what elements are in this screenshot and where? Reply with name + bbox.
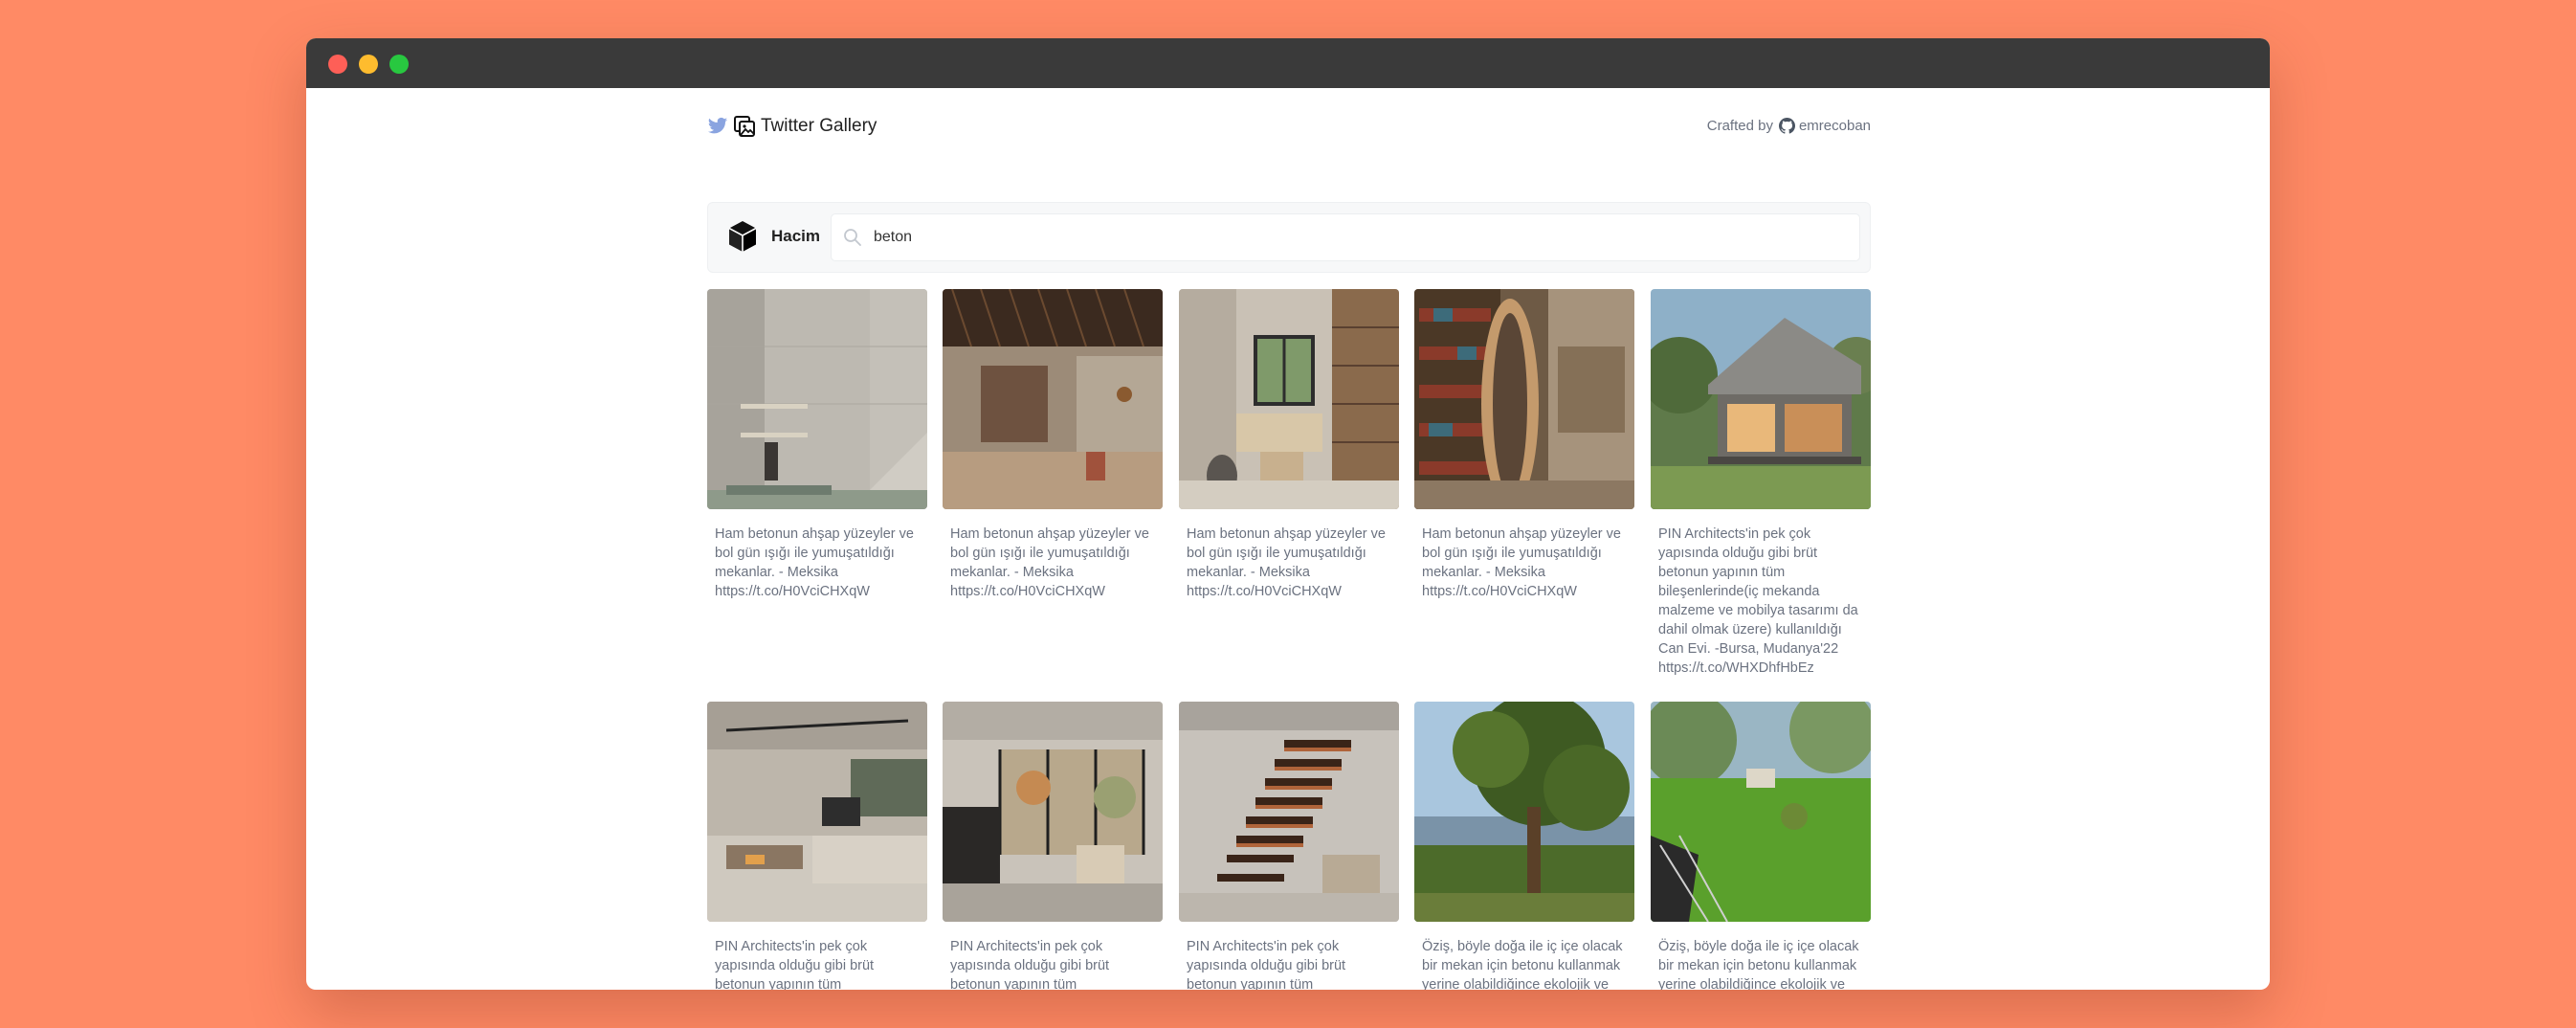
tweet-caption: PIN Architects'in pek çok yapısında oldu… [950,939,1110,990]
search-box[interactable] [831,213,1860,261]
page-header: Twitter Gallery Crafted by emrecoban [707,88,1871,167]
tweet-photo[interactable] [1414,702,1634,922]
tweet-caption: PIN Architects'in pek çok yapısında oldu… [1187,939,1346,990]
tweet-photo[interactable] [1651,289,1871,509]
window-titlebar [306,38,2270,88]
twitter-icon [707,117,728,134]
page-content: Twitter Gallery Crafted by emrecoban Hac… [707,88,1871,990]
tweet-caption: Ham betonun ahşap yüzeyler ve bol gün ış… [1422,526,1621,599]
cube-icon [728,221,757,252]
tweet-caption: Ham betonun ahşap yüzeyler ve bol gün ış… [950,526,1149,599]
tweet-photo[interactable] [1179,289,1399,509]
tweet-photo[interactable] [707,289,927,509]
tweet-photo[interactable] [1414,289,1634,509]
tweet-caption: Ham betonun ahşap yüzeyler ve bol gün ış… [715,526,914,599]
author-link[interactable]: emrecoban [1799,118,1871,134]
tweet-photo[interactable] [1651,702,1871,922]
github-icon[interactable] [1778,118,1795,134]
tweet-caption: Öziş, böyle doğa ile iç içe olacak bir m… [1658,939,1859,990]
search-toolbar: Hacim [707,202,1871,273]
search-icon [844,229,861,246]
tweet-caption: PIN Architects'in pek çok yapısında oldu… [715,939,875,990]
tweet-caption: Ham betonun ahşap yüzeyler ve bol gün ış… [1187,526,1386,599]
tweet-caption: PIN Architects'in pek çok yapısında oldu… [1658,526,1858,676]
account-name: Hacim [771,227,821,245]
brand-link[interactable]: Twitter Gallery [707,115,877,138]
tweet-caption: Öziş, böyle doğa ile iç içe olacak bir m… [1422,939,1623,990]
minimize-window-button[interactable] [359,55,378,74]
tweet-photo[interactable] [943,289,1163,509]
crafted-by: Crafted by emrecoban [1707,118,1871,134]
crafted-by-label: Crafted by [1706,118,1773,134]
close-window-button[interactable] [328,55,347,74]
account-profile[interactable]: Hacim [727,220,820,253]
tweet-photo[interactable] [943,702,1163,922]
maximize-window-button[interactable] [389,55,409,74]
gallery-icon [734,116,755,137]
tweet-photo[interactable] [707,702,927,922]
search-input[interactable] [874,224,1840,251]
browser-window: Twitter Gallery Crafted by emrecoban Hac… [306,38,2270,990]
tweet-photo[interactable] [1179,702,1399,922]
app-title: Twitter Gallery [761,116,877,136]
